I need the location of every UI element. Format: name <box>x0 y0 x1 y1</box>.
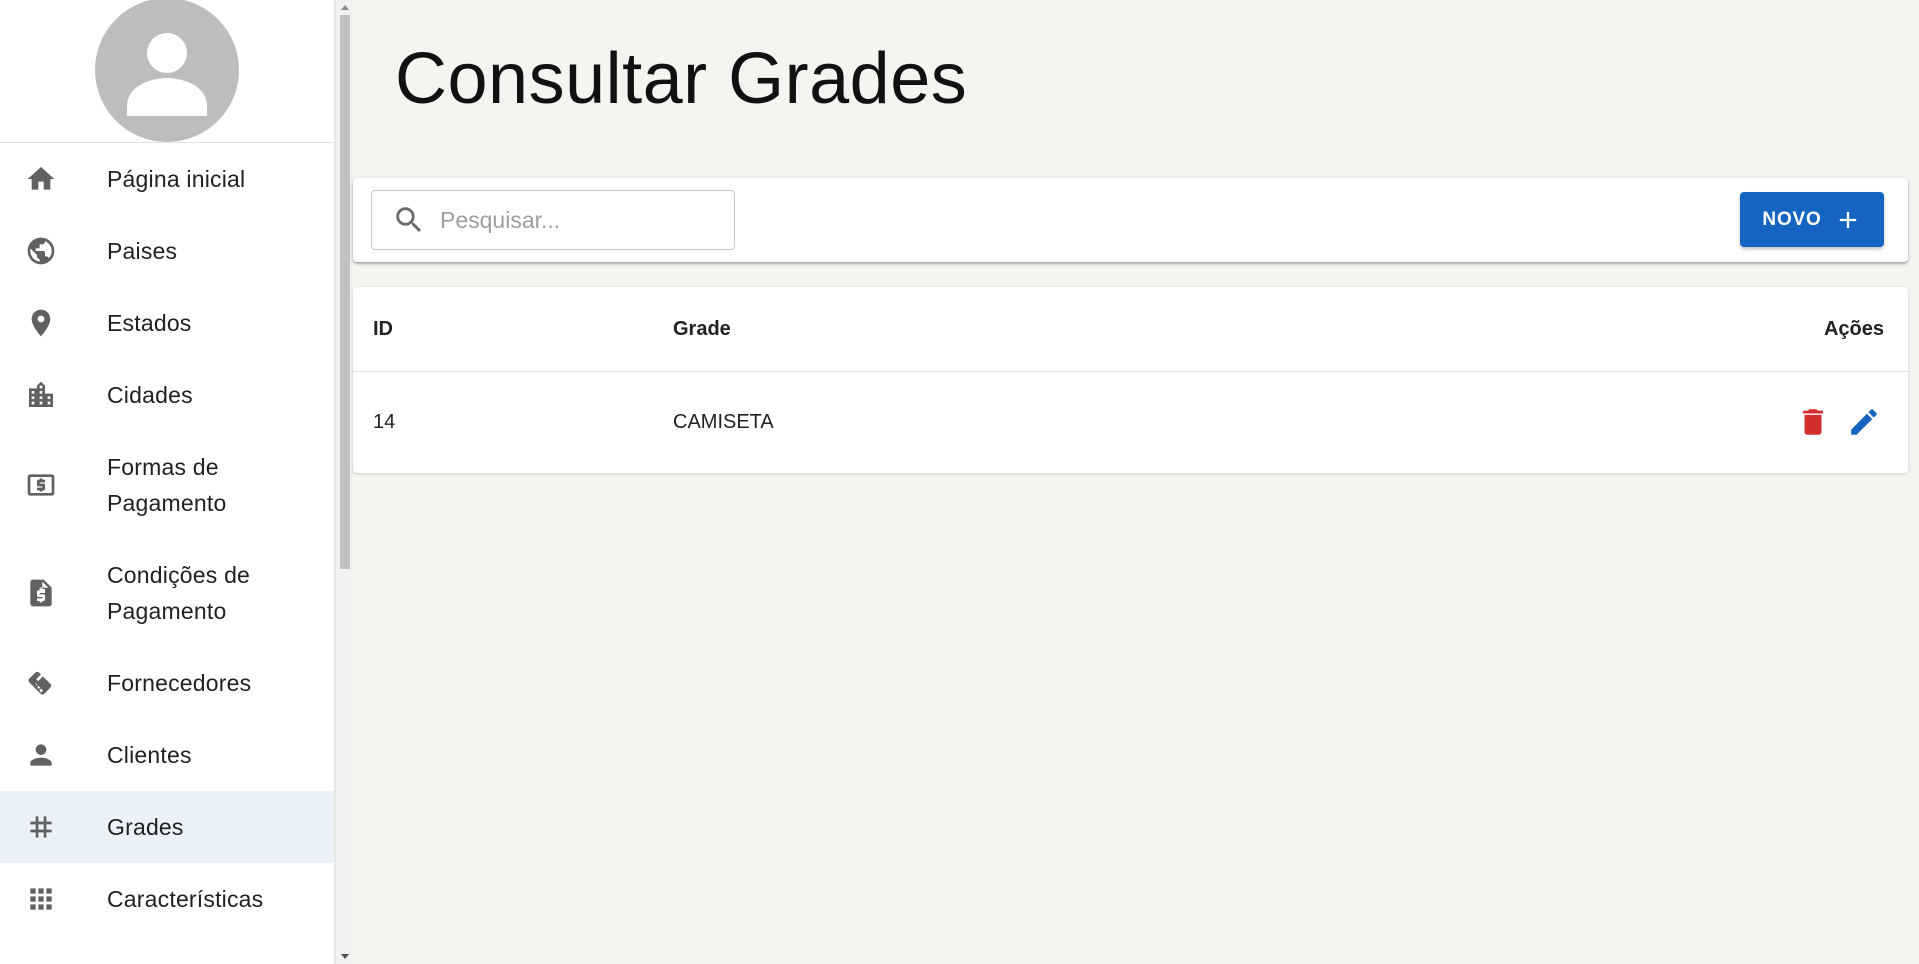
new-button-label: NOVO <box>1762 208 1822 230</box>
hash-icon <box>24 810 58 844</box>
search-icon <box>396 207 422 233</box>
column-header-actions: Ações <box>1823 317 1884 340</box>
person-icon <box>24 738 58 772</box>
home-icon <box>24 162 58 196</box>
search-input[interactable] <box>440 206 720 234</box>
cell-id: 14 <box>373 410 396 433</box>
sidebar-item-formas-de-pagamento[interactable]: Formas de Pagamento <box>0 431 334 539</box>
scrollbar-thumb[interactable] <box>340 15 350 569</box>
column-header-grade[interactable]: Grade <box>673 318 731 341</box>
sidebar-item-cidades[interactable]: Cidades <box>0 359 334 431</box>
city-icon <box>24 378 58 412</box>
sidebar-item-label: Formas de Pagamento <box>107 454 227 516</box>
sidebar-item-paises[interactable]: Paises <box>0 215 334 287</box>
sidebar-nav: Página inicial Paises Estados Cidades Fo… <box>0 143 334 935</box>
sidebar-scrollbar[interactable] <box>335 0 353 964</box>
handshake-icon <box>24 666 58 700</box>
money-icon <box>24 468 58 502</box>
sidebar-item-label: Estados <box>107 310 192 336</box>
grades-table: ID Grade Ações 14 CAMISETA <box>353 287 1908 473</box>
cell-grade: CAMISETA <box>673 410 774 433</box>
sidebar-item-label: Clientes <box>107 742 192 768</box>
toolbar: NOVO <box>353 178 1908 262</box>
table-row[interactable]: 14 CAMISETA <box>353 372 1908 472</box>
grid-icon <box>24 882 58 916</box>
plus-icon <box>1839 211 1856 228</box>
sidebar-item-label: Características <box>107 886 264 912</box>
edit-button[interactable] <box>1844 402 1884 442</box>
column-header-id[interactable]: ID <box>373 318 393 341</box>
sidebar-item-label: Página inicial <box>107 166 246 192</box>
sidebar-item-pagina-inicial[interactable]: Página inicial <box>0 143 334 215</box>
person-avatar-icon <box>127 33 207 116</box>
sidebar: Página inicial Paises Estados Cidades Fo… <box>0 0 335 964</box>
sidebar-item-estados[interactable]: Estados <box>0 287 334 359</box>
pencil-icon <box>1851 409 1877 435</box>
sidebar-item-clientes[interactable]: Clientes <box>0 719 334 791</box>
row-actions <box>1782 402 1884 442</box>
table-header-row: ID Grade Ações <box>353 287 1908 372</box>
globe-icon <box>24 234 58 268</box>
profile-header <box>0 0 334 143</box>
avatar[interactable] <box>95 0 239 142</box>
sidebar-item-label: Fornecedores <box>107 670 252 696</box>
scroll-down-arrow-icon[interactable] <box>341 954 349 959</box>
sidebar-item-label: Grades <box>107 814 184 840</box>
search-box[interactable] <box>371 190 735 250</box>
sidebar-item-grades[interactable]: Grades <box>0 791 334 863</box>
sidebar-item-label: Condições de Pagamento <box>107 562 251 624</box>
sidebar-item-condicoes-de-pagamento[interactable]: Condições de Pagamento <box>0 539 334 647</box>
receipt-dollar-icon <box>24 576 58 610</box>
sidebar-item-caracteristicas[interactable]: Características <box>0 863 334 935</box>
delete-button[interactable] <box>1793 402 1833 442</box>
page-title: Consultar Grades <box>395 39 968 119</box>
sidebar-item-label: Cidades <box>107 382 193 408</box>
trash-icon <box>1803 409 1823 435</box>
sidebar-item-fornecedores[interactable]: Fornecedores <box>0 647 334 719</box>
location-pin-icon <box>24 306 58 340</box>
scroll-up-arrow-icon[interactable] <box>341 5 349 10</box>
sidebar-item-label: Paises <box>107 238 178 264</box>
new-button[interactable]: NOVO <box>1740 192 1884 247</box>
